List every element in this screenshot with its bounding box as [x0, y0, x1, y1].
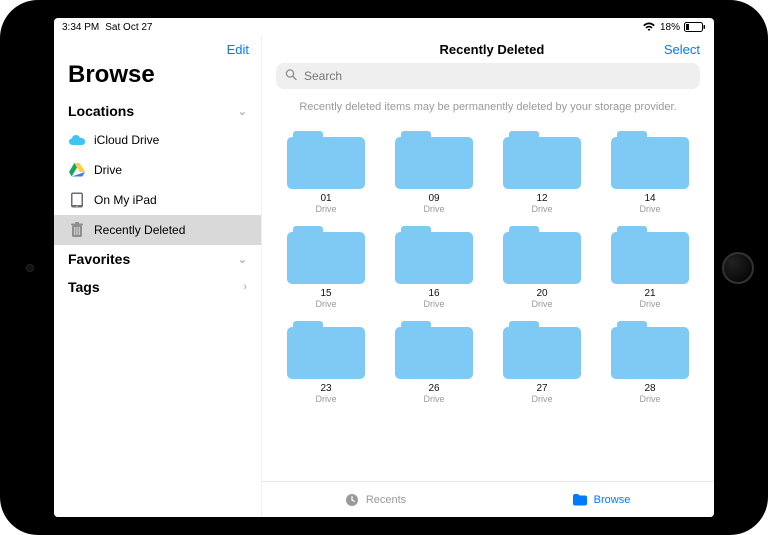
status-time: 3:34 PM [62, 22, 99, 33]
search-input[interactable] [276, 63, 700, 89]
folder-source: Drive [315, 394, 336, 404]
folder-item[interactable]: 15 Drive [274, 220, 378, 313]
folder-item[interactable]: 26 Drive [382, 315, 486, 408]
folder-icon [395, 226, 473, 284]
hint-text: Recently deleted items may be permanentl… [262, 95, 714, 121]
section-locations[interactable]: Locations ⌄ [54, 97, 261, 125]
folder-icon [287, 226, 365, 284]
tab-label: Recents [366, 494, 406, 506]
folder-source: Drive [315, 299, 336, 309]
sidebar-item-label: Recently Deleted [94, 223, 185, 237]
folder-name: 27 [536, 383, 547, 394]
folder-name: 01 [320, 193, 331, 204]
folder-icon [287, 131, 365, 189]
folder-source: Drive [315, 204, 336, 214]
status-date: Sat Oct 27 [105, 22, 152, 33]
section-favorites[interactable]: Favorites ⌄ [54, 245, 261, 273]
folder-icon [611, 321, 689, 379]
sidebar-item-label: Drive [94, 163, 122, 177]
camera-dot [26, 264, 34, 272]
folder-name: 21 [644, 288, 655, 299]
folder-item[interactable]: 16 Drive [382, 220, 486, 313]
folder-icon [503, 131, 581, 189]
folder-item[interactable]: 20 Drive [490, 220, 594, 313]
folder-icon [503, 226, 581, 284]
folder-source: Drive [423, 204, 444, 214]
folder-name: 09 [428, 193, 439, 204]
folder-item[interactable]: 28 Drive [598, 315, 702, 408]
tab-browse[interactable]: Browse [488, 493, 714, 507]
google-drive-icon [68, 161, 86, 179]
folder-icon [503, 321, 581, 379]
folder-name: 26 [428, 383, 439, 394]
folder-grid: 01 Drive 09 Drive 12 Drive 14 Drive 15 D… [262, 121, 714, 481]
folder-source: Drive [531, 204, 552, 214]
chevron-down-icon: ⌄ [238, 105, 247, 118]
sidebar-item-icloud[interactable]: iCloud Drive [54, 125, 261, 155]
sidebar-item-label: iCloud Drive [94, 133, 159, 147]
folder-source: Drive [639, 394, 660, 404]
ipad-icon [68, 191, 86, 209]
sidebar-item-drive[interactable]: Drive [54, 155, 261, 185]
wifi-icon [642, 22, 656, 32]
search-icon [285, 69, 297, 84]
trash-icon [68, 221, 86, 239]
folder-icon [611, 131, 689, 189]
ipad-frame: 3:34 PM Sat Oct 27 18% Edit Browse [0, 0, 768, 535]
section-label: Tags [68, 279, 100, 295]
sidebar: Edit Browse Locations ⌄ iCloud Drive [54, 36, 262, 517]
folder-name: 12 [536, 193, 547, 204]
bottom-bar: Recents Browse [262, 481, 714, 517]
folder-item[interactable]: 01 Drive [274, 125, 378, 218]
folder-name: 16 [428, 288, 439, 299]
status-bar: 3:34 PM Sat Oct 27 18% [54, 18, 714, 36]
edit-button[interactable]: Edit [227, 42, 249, 57]
tab-label: Browse [594, 494, 631, 506]
folder-item[interactable]: 12 Drive [490, 125, 594, 218]
sidebar-item-label: On My iPad [94, 193, 157, 207]
folder-source: Drive [531, 299, 552, 309]
folder-item[interactable]: 09 Drive [382, 125, 486, 218]
battery-icon [684, 22, 706, 32]
folder-name: 15 [320, 288, 331, 299]
sidebar-item-onmyipad[interactable]: On My iPad [54, 185, 261, 215]
folder-name: 14 [644, 193, 655, 204]
cloud-icon [68, 131, 86, 149]
clock-icon [344, 493, 360, 507]
battery-percent: 18% [660, 22, 680, 33]
folder-name: 20 [536, 288, 547, 299]
chevron-right-icon: › [243, 281, 247, 293]
folder-name: 23 [320, 383, 331, 394]
folder-icon [572, 493, 588, 507]
folder-source: Drive [639, 204, 660, 214]
home-button[interactable] [722, 252, 754, 284]
folder-icon [395, 321, 473, 379]
folder-source: Drive [531, 394, 552, 404]
chevron-down-icon: ⌄ [238, 253, 247, 266]
sidebar-item-recently-deleted[interactable]: Recently Deleted [54, 215, 261, 245]
section-tags[interactable]: Tags › [54, 273, 261, 301]
folder-item[interactable]: 27 Drive [490, 315, 594, 408]
folder-name: 28 [644, 383, 655, 394]
folder-item[interactable]: 21 Drive [598, 220, 702, 313]
folder-icon [611, 226, 689, 284]
select-button[interactable]: Select [664, 42, 700, 57]
section-label: Locations [68, 103, 134, 119]
page-title: Recently Deleted [320, 42, 664, 57]
folder-icon [287, 321, 365, 379]
folder-source: Drive [423, 299, 444, 309]
topbar: Recently Deleted Select [262, 36, 714, 61]
folder-item[interactable]: 14 Drive [598, 125, 702, 218]
section-label: Favorites [68, 251, 130, 267]
folder-source: Drive [423, 394, 444, 404]
folder-item[interactable]: 23 Drive [274, 315, 378, 408]
sidebar-title: Browse [54, 59, 261, 97]
folder-icon [395, 131, 473, 189]
screen: 3:34 PM Sat Oct 27 18% Edit Browse [54, 18, 714, 517]
main-pane: Recently Deleted Select Recently deleted… [262, 36, 714, 517]
folder-source: Drive [639, 299, 660, 309]
tab-recents[interactable]: Recents [262, 493, 488, 507]
